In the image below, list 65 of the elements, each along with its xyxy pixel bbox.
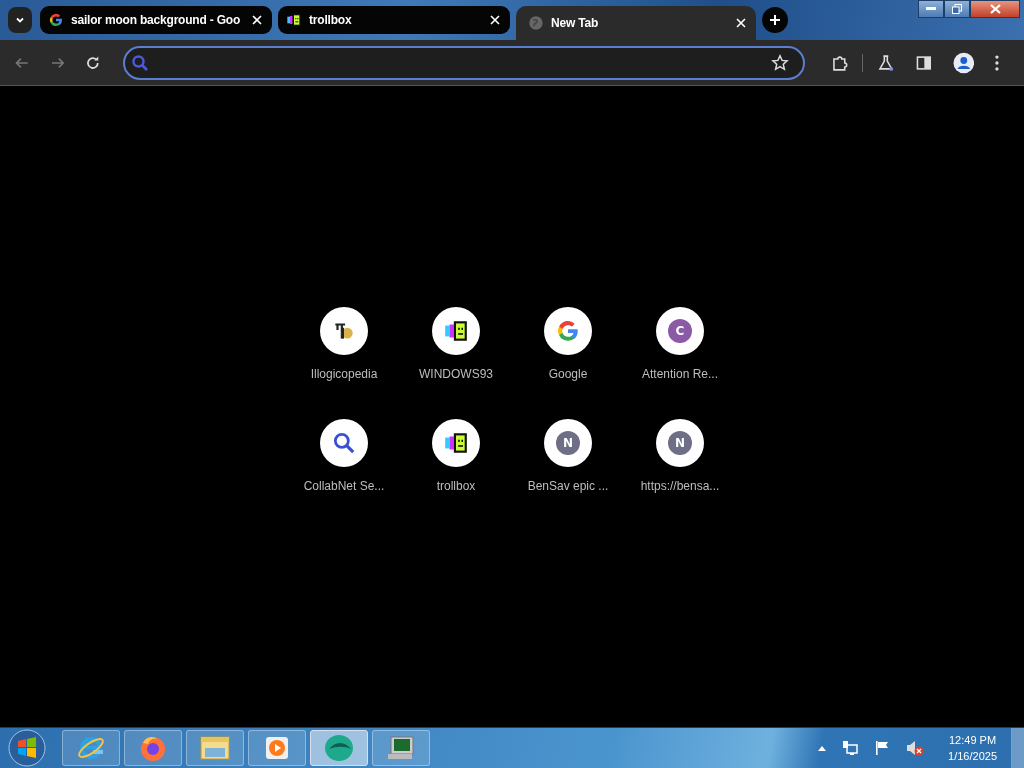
pixel-window-icon [443, 430, 469, 456]
shortcut-label: Google [548, 367, 588, 383]
shortcut-label: trollbox [436, 479, 476, 495]
shortcut-tile[interactable]: C [656, 307, 704, 355]
magnifier-icon [331, 430, 357, 456]
network-icon[interactable] [842, 740, 859, 756]
play-icon [264, 735, 290, 761]
shortcut-label: https://bensa... [640, 479, 720, 495]
folder-window-icon [199, 734, 231, 762]
menu-icon[interactable] [994, 53, 1000, 72]
tab-title: trollbox [309, 13, 353, 27]
caret-up-icon[interactable] [818, 745, 827, 751]
letter-avatar: N [556, 431, 580, 455]
globe-swirl-icon [323, 733, 355, 763]
browser-tab[interactable]: New Tab [516, 6, 756, 40]
shortcut-tile[interactable] [432, 419, 480, 467]
shortcut-label: Illogicopedia [310, 367, 378, 383]
clock-date: 1/16/2025 [948, 749, 997, 764]
minimize-button[interactable] [918, 0, 944, 18]
profile-avatar-icon[interactable] [952, 51, 975, 74]
puzzle-icon[interactable] [830, 53, 849, 72]
shortcut-tile[interactable]: N [544, 419, 592, 467]
shortcut-label: WINDOWS93 [419, 367, 493, 383]
speaker-muted-icon[interactable] [906, 740, 925, 756]
shortcut-label: BenSav epic ... [527, 479, 609, 495]
close-icon [989, 4, 1001, 14]
minimize-icon [926, 7, 936, 11]
side-panel-icon[interactable] [914, 53, 933, 72]
close-icon[interactable] [490, 15, 500, 25]
taskbar-button[interactable] [310, 730, 368, 766]
star-icon[interactable] [770, 53, 789, 72]
google-icon [555, 318, 581, 344]
browser-tab[interactable]: sailor moon background - Goo [40, 6, 272, 34]
reload-icon[interactable] [85, 54, 102, 71]
restore-button[interactable] [944, 0, 970, 18]
clock[interactable]: 12:49 PM 1/16/2025 [948, 732, 997, 764]
clock-time: 12:49 PM [949, 733, 997, 748]
tab-title: sailor moon background - Goo [71, 13, 242, 27]
flask-icon[interactable] [877, 53, 895, 72]
letter-avatar: N [668, 431, 692, 455]
pixel-window-icon [286, 12, 302, 28]
search-icon [131, 53, 150, 72]
shortcut-tile[interactable] [320, 419, 368, 467]
shortcut-label: CollabNet Se... [303, 479, 385, 495]
tab-title: New Tab [551, 16, 600, 30]
shortcut-tile[interactable] [320, 307, 368, 355]
google-icon [48, 12, 64, 28]
pixel-window-icon [443, 318, 469, 344]
start-button[interactable] [8, 729, 46, 767]
monitor-icon [386, 734, 416, 762]
browser-tab[interactable]: trollbox [278, 6, 510, 34]
shortcut-tile[interactable] [432, 307, 480, 355]
address-bar[interactable] [123, 45, 805, 80]
shortcut-tile[interactable] [544, 307, 592, 355]
flag-icon[interactable] [874, 740, 891, 756]
new-tab-button[interactable] [762, 7, 788, 33]
restore-icon [952, 4, 962, 14]
shortcut-label: Attention Re... [641, 367, 718, 383]
letter-avatar: C [668, 319, 692, 343]
tab-search-button[interactable] [8, 7, 32, 33]
plus-icon [769, 14, 781, 26]
close-icon[interactable] [252, 15, 262, 25]
close-window-button[interactable] [970, 0, 1020, 18]
close-icon[interactable] [736, 18, 746, 28]
shortcut-tile[interactable]: N [656, 419, 704, 467]
